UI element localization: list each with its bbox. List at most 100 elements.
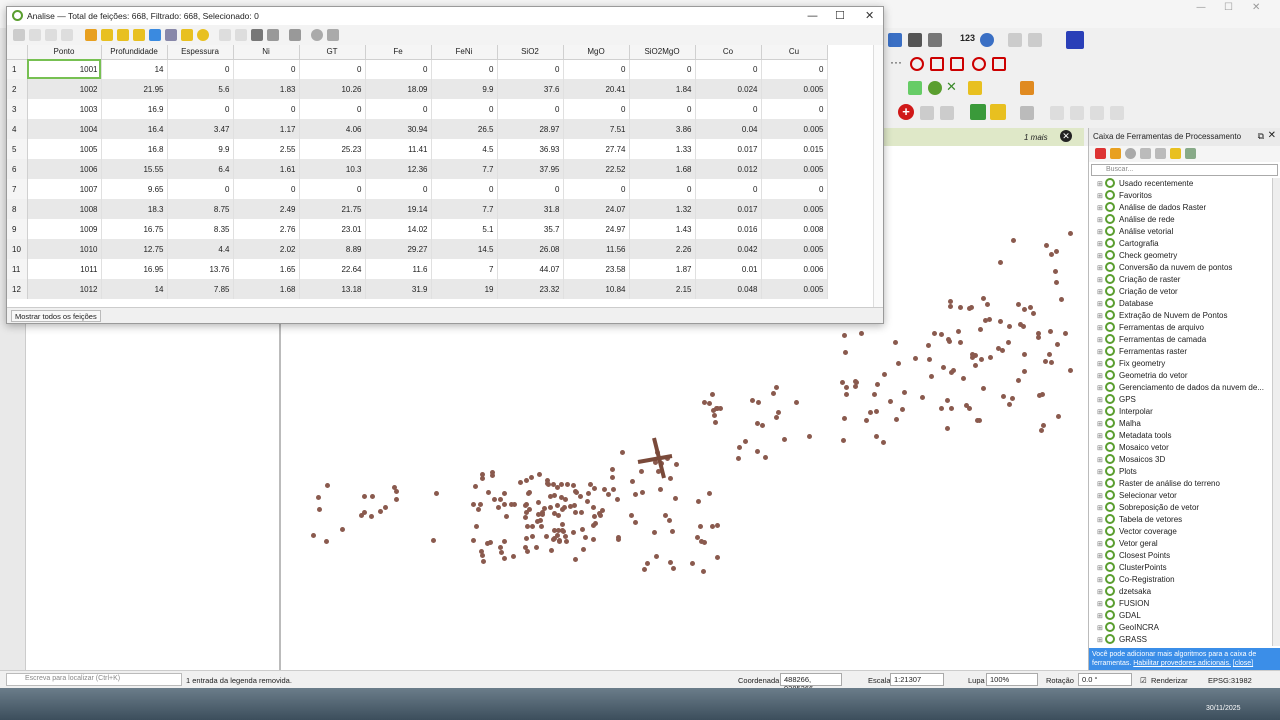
toolbox-item[interactable]: ⊞ Database [1091, 298, 1277, 310]
map-point[interactable] [567, 503, 573, 509]
row-number[interactable]: 7 [7, 179, 28, 199]
dock-icon[interactable] [327, 29, 339, 41]
table-cell[interactable]: 1008 [27, 199, 102, 219]
toolbox-item[interactable]: ⊞ GDAL [1091, 610, 1277, 622]
scale-field[interactable]: 1:21307 [890, 673, 944, 686]
map-point[interactable] [1052, 269, 1058, 275]
users-icon[interactable] [950, 57, 964, 71]
row-number[interactable]: 2 [7, 79, 28, 99]
map-point[interactable] [709, 391, 715, 397]
map-point[interactable] [560, 506, 566, 512]
map-canvas[interactable] [280, 318, 1088, 670]
annotation-icon[interactable] [1110, 106, 1124, 120]
table-cell[interactable]: 24.97 [563, 219, 630, 239]
table-cell[interactable]: 0.024 [695, 79, 762, 99]
map-point[interactable] [1048, 328, 1054, 334]
table-cell[interactable]: 1.68 [233, 279, 300, 299]
folder-icon[interactable] [930, 57, 944, 71]
map-point[interactable] [358, 513, 364, 519]
map-point[interactable] [591, 514, 597, 520]
toggle-edit-icon[interactable] [13, 29, 25, 41]
render-checkbox[interactable]: ☑ [1140, 676, 1147, 685]
map-point[interactable] [735, 455, 741, 461]
close-message-icon[interactable]: ✕ [1060, 130, 1072, 142]
models-icon[interactable] [1095, 148, 1106, 159]
table-cell[interactable]: 1011 [27, 259, 102, 279]
brush-icon[interactable] [1020, 106, 1034, 120]
column-header[interactable]: MgO [563, 45, 630, 60]
map-point[interactable] [840, 379, 845, 385]
table-cell[interactable]: 10.3 [299, 159, 366, 179]
toolbox-item[interactable]: ⊞ GeoINCRA [1091, 622, 1277, 634]
table-row[interactable]: 8 1008 18.3 8.75 2.49 21.75 19.14 7.7 31.8 24.07 1… [7, 199, 828, 219]
table-cell[interactable]: 11.56 [563, 239, 630, 259]
more-label[interactable]: 1 mais [1024, 133, 1048, 142]
table-cell[interactable]: 25.23 [299, 139, 366, 159]
table-cell[interactable]: 2.76 [233, 219, 300, 239]
expand-icon[interactable]: ⊞ [1097, 635, 1105, 646]
table-cell[interactable]: 0 [761, 59, 828, 79]
map-point[interactable] [781, 436, 787, 442]
select-all-icon[interactable] [117, 29, 129, 41]
table-row[interactable]: 6 1006 15.55 6.4 1.61 10.3 12.36 7.7 37.95 22.52 1… [7, 159, 828, 179]
table-cell[interactable]: 0 [365, 59, 432, 79]
map-point[interactable] [555, 484, 561, 490]
map-point[interactable] [871, 392, 877, 398]
map-point[interactable] [697, 523, 703, 529]
row-number[interactable]: 9 [7, 219, 28, 239]
table-cell[interactable]: 0.005 [761, 119, 828, 139]
float-icon[interactable]: ⧉ [1258, 131, 1264, 142]
row-header-corner[interactable] [7, 45, 28, 60]
table-row[interactable]: 1 1001 14 0 0 0 0 0 0 0 0 0 0 [7, 59, 828, 79]
map-point[interactable] [590, 523, 596, 529]
table-cell[interactable]: 1006 [27, 159, 102, 179]
map-point[interactable] [582, 534, 588, 540]
table-cell[interactable]: 10.26 [299, 79, 366, 99]
toolbox-item[interactable]: ⊞ Ferramentas raster [1091, 346, 1277, 358]
table-cell[interactable]: 1002 [27, 79, 102, 99]
table-cell[interactable]: 1009 [27, 219, 102, 239]
table-cell[interactable]: 2.02 [233, 239, 300, 259]
table-cell[interactable]: 0.005 [761, 239, 828, 259]
map-point[interactable] [310, 532, 316, 538]
table-cell[interactable]: 1007 [27, 179, 102, 199]
table-cell[interactable]: 23.32 [497, 279, 564, 299]
map-point[interactable] [955, 328, 961, 334]
table-cell[interactable]: 18.3 [101, 199, 168, 219]
toolbox-item[interactable]: ⊞ Fix geometry [1091, 358, 1277, 370]
toolbox-item[interactable]: ⊞ FUSION [1091, 598, 1277, 610]
maximize-icon[interactable]: ☐ [1224, 2, 1233, 13]
table-cell[interactable]: 2.15 [629, 279, 696, 299]
table-cell[interactable]: 0 [497, 99, 564, 119]
toolbox-item[interactable]: ⊞ Extração de Nuvem de Pontos [1091, 310, 1277, 322]
options-icon[interactable] [1185, 148, 1196, 159]
table-cell[interactable]: 1.68 [629, 159, 696, 179]
table-cell[interactable]: 1.17 [233, 119, 300, 139]
table-cell[interactable]: 9.65 [101, 179, 168, 199]
map-point[interactable] [577, 493, 583, 499]
map-point[interactable] [957, 305, 963, 311]
close-icon[interactable]: ✕ [1252, 2, 1260, 13]
table-cell[interactable]: 7.7 [431, 199, 498, 219]
table-cell[interactable]: 16.95 [101, 259, 168, 279]
filter-icon[interactable] [149, 29, 161, 41]
add-icon[interactable]: + [898, 104, 914, 120]
table-cell[interactable]: 35.7 [497, 219, 564, 239]
zoom-icon[interactable] [311, 29, 323, 41]
column-header[interactable]: GT [299, 45, 366, 60]
table-cell[interactable]: 0.005 [761, 159, 828, 179]
table-cell[interactable]: 4.5 [431, 139, 498, 159]
table-cell[interactable]: 0 [299, 99, 366, 119]
toolbox-item[interactable]: ⊞ Análise vetorial [1091, 226, 1277, 238]
table-row[interactable]: 2 1002 21.95 5.6 1.83 10.26 18.09 9.9 37.6 20.41 1… [7, 79, 828, 99]
table-row[interactable]: 4 1004 16.4 3.47 1.17 4.06 30.94 26.5 28.97 7.51 3… [7, 119, 828, 139]
toolbox-item[interactable]: ⊞ Ferramentas de camada [1091, 334, 1277, 346]
toolbox-item[interactable]: ⊞ Vector coverage [1091, 526, 1277, 538]
map-point[interactable] [1040, 423, 1046, 429]
table-cell[interactable]: 8.75 [167, 199, 234, 219]
pencil-icon[interactable] [990, 104, 1006, 120]
toolbox-item[interactable]: ⊞ Sobreposição de vetor [1091, 502, 1277, 514]
table-cell[interactable]: 0.012 [695, 159, 762, 179]
map-point[interactable] [842, 350, 848, 356]
map-point[interactable] [497, 496, 503, 502]
